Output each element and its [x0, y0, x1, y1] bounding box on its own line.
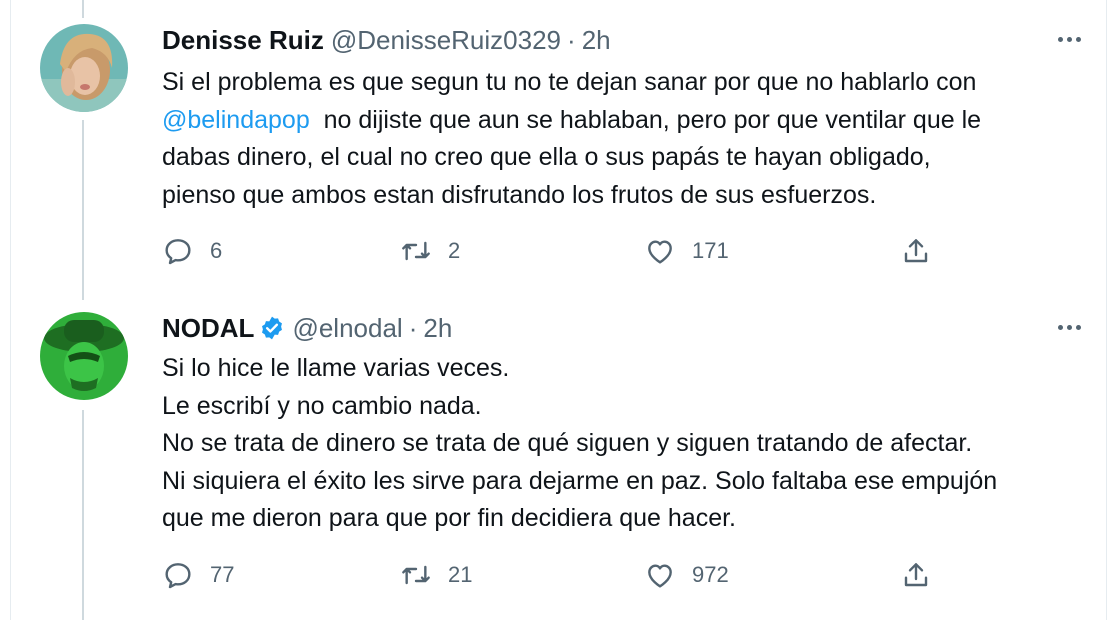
tweet-line: pienso que ambos estan disfrutando los f…: [162, 177, 981, 215]
tweet-line: dabas dinero, el cual no creo que ella o…: [162, 139, 981, 177]
tweet-actions: 77 21 972: [162, 558, 962, 592]
reply-count: 77: [210, 562, 235, 587]
like-button[interactable]: 171: [644, 234, 729, 268]
heart-icon: [648, 240, 672, 264]
tweet-line: Le escribí y no cambio nada.: [162, 391, 482, 420]
like-count: 972: [692, 562, 729, 587]
tweet-line: Ni siquiera el éxito les sirve para deja…: [162, 466, 998, 495]
user-handle[interactable]: @DenisseRuiz0329: [331, 25, 561, 56]
retweet-icon: [402, 565, 430, 585]
tweet-line: Si lo hice le llame varias veces.: [162, 354, 510, 382]
reply-icon: [165, 563, 191, 589]
like-button[interactable]: 972: [644, 558, 729, 592]
retweet-count: 21: [448, 562, 473, 587]
more-options-icon[interactable]: [1051, 312, 1087, 342]
tweet-text: Si el problema es que segun tu no te dej…: [162, 64, 981, 214]
timestamp[interactable]: 2h: [582, 25, 611, 56]
reply-count: 6: [210, 238, 223, 263]
avatar-denisse[interactable]: [40, 24, 128, 112]
tweet-line-text: pienso que ambos estan disfrutando los f…: [162, 180, 877, 209]
frame-border-right: [1106, 0, 1107, 620]
tweet-denisse-ruiz[interactable]: Denisse Ruiz @DenisseRuiz0329 · 2h Si el…: [11, 24, 1106, 284]
reply-button[interactable]: 6: [162, 234, 222, 268]
verified-badge-icon: [262, 316, 283, 340]
more-options-icon[interactable]: [1051, 24, 1087, 54]
tweet-header: Denisse Ruiz @DenisseRuiz0329 · 2h: [162, 24, 611, 56]
display-name[interactable]: NODAL: [162, 313, 254, 344]
tweet-text: Si lo hice le llame varias veces. Le esc…: [162, 350, 997, 538]
timestamp[interactable]: 2h: [423, 313, 452, 344]
tweet-line: @belindapop no dijiste que aun se hablab…: [162, 102, 981, 140]
tweet-line-text: no dijiste que aun se hablaban, pero por…: [309, 105, 982, 134]
like-count: 171: [692, 238, 729, 263]
retweet-button[interactable]: 21: [400, 558, 472, 592]
tweet-header: NODAL @elnodal · 2h: [162, 312, 452, 344]
separator-dot: ·: [567, 24, 576, 55]
tweet-line-text: Si el problema es que segun tu no te dej…: [162, 68, 977, 96]
separator-dot: ·: [408, 312, 418, 343]
tweet-line: Si el problema es que segun tu no te dej…: [162, 64, 981, 102]
display-name[interactable]: Denisse Ruiz: [162, 25, 324, 56]
tweet-line: No se trata de dinero se trata de qué si…: [162, 429, 973, 457]
mention-link[interactable]: @belindapop: [162, 106, 310, 134]
user-handle[interactable]: @elnodal: [292, 313, 402, 344]
tweet-nodal[interactable]: NODAL @elnodal · 2h Si lo hice le llame …: [11, 312, 1106, 602]
retweet-button[interactable]: 2: [400, 234, 460, 268]
share-icon: [904, 563, 928, 587]
tweet-actions: 6 2 171: [162, 234, 962, 268]
tweet-line: que me dieron para que por fin decidiera…: [162, 504, 736, 532]
share-icon: [904, 239, 928, 263]
tweet-line-text: dabas dinero, el cual no creo que ella o…: [162, 143, 931, 171]
heart-icon: [648, 564, 672, 588]
share-button[interactable]: [900, 558, 932, 592]
thread-line-top: [82, 0, 84, 18]
retweet-count: 2: [448, 238, 461, 263]
share-button[interactable]: [900, 234, 932, 268]
retweet-icon: [402, 241, 430, 261]
avatar-nodal[interactable]: [40, 312, 128, 400]
reply-button[interactable]: 77: [162, 558, 234, 592]
reply-icon: [165, 239, 191, 265]
